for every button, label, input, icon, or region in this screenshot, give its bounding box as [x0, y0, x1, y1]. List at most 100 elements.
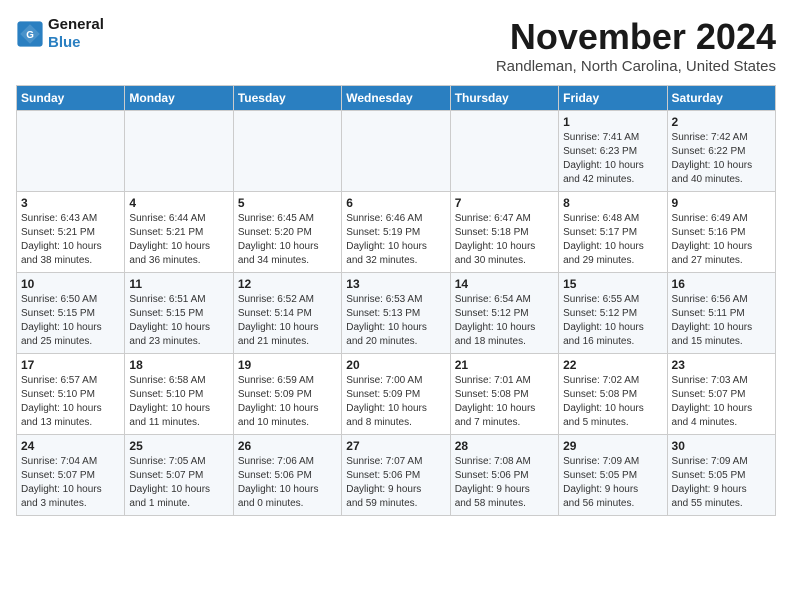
calendar-cell: 13 Sunrise: 6:53 AM Sunset: 5:13 PM Dayli…	[342, 273, 450, 354]
day-number: 16	[672, 277, 771, 291]
calendar-cell: 4 Sunrise: 6:44 AM Sunset: 5:21 PM Daylig…	[125, 192, 233, 273]
day-number: 2	[672, 115, 771, 129]
calendar-week-row: 24 Sunrise: 7:04 AM Sunset: 5:07 PM Dayli…	[17, 435, 776, 516]
day-number: 3	[21, 196, 120, 210]
day-info: Sunrise: 7:05 AM Sunset: 5:07 PM Dayligh…	[129, 455, 228, 511]
day-number: 4	[129, 196, 228, 210]
day-number: 21	[455, 358, 554, 372]
day-info: Sunrise: 6:44 AM Sunset: 5:21 PM Dayligh…	[129, 212, 228, 268]
day-info: Sunrise: 6:48 AM Sunset: 5:17 PM Dayligh…	[563, 212, 662, 268]
day-info: Sunrise: 7:41 AM Sunset: 6:23 PM Dayligh…	[563, 131, 662, 187]
day-number: 30	[672, 439, 771, 453]
calendar-cell: 7 Sunrise: 6:47 AM Sunset: 5:18 PM Daylig…	[450, 192, 558, 273]
day-info: Sunrise: 7:08 AM Sunset: 5:06 PM Dayligh…	[455, 455, 554, 511]
day-number: 1	[563, 115, 662, 129]
day-number: 27	[346, 439, 445, 453]
calendar-cell: 24 Sunrise: 7:04 AM Sunset: 5:07 PM Dayli…	[17, 435, 125, 516]
day-info: Sunrise: 6:54 AM Sunset: 5:12 PM Dayligh…	[455, 293, 554, 349]
day-info: Sunrise: 6:46 AM Sunset: 5:19 PM Dayligh…	[346, 212, 445, 268]
calendar-cell: 18Sunrise: 6:58 AM Sunset: 5:10 PM Dayli…	[125, 354, 233, 435]
day-header-thursday: Thursday	[450, 86, 558, 111]
day-number: 17	[21, 358, 120, 372]
day-info: Sunrise: 6:49 AM Sunset: 5:16 PM Dayligh…	[672, 212, 771, 268]
calendar-cell: 19 Sunrise: 6:59 AM Sunset: 5:09 PM Dayli…	[233, 354, 341, 435]
day-number: 22	[563, 358, 662, 372]
day-info: Sunrise: 6:52 AM Sunset: 5:14 PM Dayligh…	[238, 293, 337, 349]
day-number: 7	[455, 196, 554, 210]
calendar-cell: 2 Sunrise: 7:42 AM Sunset: 6:22 PM Daylig…	[667, 111, 775, 192]
calendar-cell: 15 Sunrise: 6:55 AM Sunset: 5:12 PM Dayli…	[559, 273, 667, 354]
calendar-table: SundayMondayTuesdayWednesdayThursdayFrid…	[16, 85, 776, 516]
title-area: November 2024 Randleman, North Carolina,…	[496, 16, 776, 75]
calendar-week-row: 10 Sunrise: 6:50 AM Sunset: 5:15 PM Dayli…	[17, 273, 776, 354]
day-number: 18	[129, 358, 228, 372]
header: G General Blue November 2024 Randleman, …	[16, 16, 776, 75]
day-info: Sunrise: 6:53 AM Sunset: 5:13 PM Dayligh…	[346, 293, 445, 349]
calendar-week-row: 3 Sunrise: 6:43 AM Sunset: 5:21 PM Daylig…	[17, 192, 776, 273]
day-header-friday: Friday	[559, 86, 667, 111]
month-title: November 2024	[496, 16, 776, 58]
calendar-cell: 9 Sunrise: 6:49 AM Sunset: 5:16 PM Daylig…	[667, 192, 775, 273]
day-header-sunday: Sunday	[17, 86, 125, 111]
day-number: 9	[672, 196, 771, 210]
day-number: 13	[346, 277, 445, 291]
calendar-week-row: 1 Sunrise: 7:41 AM Sunset: 6:23 PM Daylig…	[17, 111, 776, 192]
day-info: Sunrise: 7:01 AM Sunset: 5:08 PM Dayligh…	[455, 374, 554, 430]
day-info: Sunrise: 6:43 AM Sunset: 5:21 PM Dayligh…	[21, 212, 120, 268]
calendar-header-row: SundayMondayTuesdayWednesdayThursdayFrid…	[17, 86, 776, 111]
calendar-cell: 25Sunrise: 7:05 AM Sunset: 5:07 PM Dayli…	[125, 435, 233, 516]
calendar-cell	[450, 111, 558, 192]
calendar-cell: 14 Sunrise: 6:54 AM Sunset: 5:12 PM Dayli…	[450, 273, 558, 354]
calendar-cell: 21 Sunrise: 7:01 AM Sunset: 5:08 PM Dayli…	[450, 354, 558, 435]
day-number: 20	[346, 358, 445, 372]
calendar-cell: 22Sunrise: 7:02 AM Sunset: 5:08 PM Dayli…	[559, 354, 667, 435]
day-info: Sunrise: 6:51 AM Sunset: 5:15 PM Dayligh…	[129, 293, 228, 349]
day-info: Sunrise: 7:42 AM Sunset: 6:22 PM Dayligh…	[672, 131, 771, 187]
logo-text-line2: Blue	[48, 34, 104, 52]
calendar-cell: 17 Sunrise: 6:57 AM Sunset: 5:10 PM Dayli…	[17, 354, 125, 435]
calendar-cell: 8 Sunrise: 6:48 AM Sunset: 5:17 PM Daylig…	[559, 192, 667, 273]
day-number: 19	[238, 358, 337, 372]
day-number: 15	[563, 277, 662, 291]
day-info: Sunrise: 7:04 AM Sunset: 5:07 PM Dayligh…	[21, 455, 120, 511]
day-info: Sunrise: 6:50 AM Sunset: 5:15 PM Dayligh…	[21, 293, 120, 349]
calendar-cell: 10 Sunrise: 6:50 AM Sunset: 5:15 PM Dayli…	[17, 273, 125, 354]
calendar-cell: 23 Sunrise: 7:03 AM Sunset: 5:07 PM Dayli…	[667, 354, 775, 435]
day-info: Sunrise: 7:03 AM Sunset: 5:07 PM Dayligh…	[672, 374, 771, 430]
calendar-cell: 6 Sunrise: 6:46 AM Sunset: 5:19 PM Daylig…	[342, 192, 450, 273]
day-info: Sunrise: 7:09 AM Sunset: 5:05 PM Dayligh…	[563, 455, 662, 511]
day-info: Sunrise: 7:07 AM Sunset: 5:06 PM Dayligh…	[346, 455, 445, 511]
day-info: Sunrise: 7:09 AM Sunset: 5:05 PM Dayligh…	[672, 455, 771, 511]
day-header-monday: Monday	[125, 86, 233, 111]
calendar-cell: 20Sunrise: 7:00 AM Sunset: 5:09 PM Dayli…	[342, 354, 450, 435]
day-number: 24	[21, 439, 120, 453]
day-header-tuesday: Tuesday	[233, 86, 341, 111]
calendar-cell: 27 Sunrise: 7:07 AM Sunset: 5:06 PM Dayli…	[342, 435, 450, 516]
day-header-wednesday: Wednesday	[342, 86, 450, 111]
calendar-cell: 28Sunrise: 7:08 AM Sunset: 5:06 PM Dayli…	[450, 435, 558, 516]
day-number: 26	[238, 439, 337, 453]
day-number: 6	[346, 196, 445, 210]
calendar-week-row: 17 Sunrise: 6:57 AM Sunset: 5:10 PM Dayli…	[17, 354, 776, 435]
calendar-cell: 16 Sunrise: 6:56 AM Sunset: 5:11 PM Dayli…	[667, 273, 775, 354]
calendar-cell: 11 Sunrise: 6:51 AM Sunset: 5:15 PM Dayli…	[125, 273, 233, 354]
calendar-cell	[125, 111, 233, 192]
calendar-cell: 29Sunrise: 7:09 AM Sunset: 5:05 PM Dayli…	[559, 435, 667, 516]
day-info: Sunrise: 6:45 AM Sunset: 5:20 PM Dayligh…	[238, 212, 337, 268]
day-number: 14	[455, 277, 554, 291]
day-number: 8	[563, 196, 662, 210]
day-number: 23	[672, 358, 771, 372]
calendar-cell: 30 Sunrise: 7:09 AM Sunset: 5:05 PM Dayli…	[667, 435, 775, 516]
svg-text:G: G	[26, 30, 34, 41]
day-info: Sunrise: 6:57 AM Sunset: 5:10 PM Dayligh…	[21, 374, 120, 430]
calendar-cell: 26Sunrise: 7:06 AM Sunset: 5:06 PM Dayli…	[233, 435, 341, 516]
day-header-saturday: Saturday	[667, 86, 775, 111]
day-info: Sunrise: 6:56 AM Sunset: 5:11 PM Dayligh…	[672, 293, 771, 349]
location-title: Randleman, North Carolina, United States	[496, 58, 776, 75]
day-info: Sunrise: 6:47 AM Sunset: 5:18 PM Dayligh…	[455, 212, 554, 268]
day-info: Sunrise: 6:55 AM Sunset: 5:12 PM Dayligh…	[563, 293, 662, 349]
logo-icon: G	[16, 20, 44, 48]
day-info: Sunrise: 6:59 AM Sunset: 5:09 PM Dayligh…	[238, 374, 337, 430]
day-number: 11	[129, 277, 228, 291]
day-number: 10	[21, 277, 120, 291]
